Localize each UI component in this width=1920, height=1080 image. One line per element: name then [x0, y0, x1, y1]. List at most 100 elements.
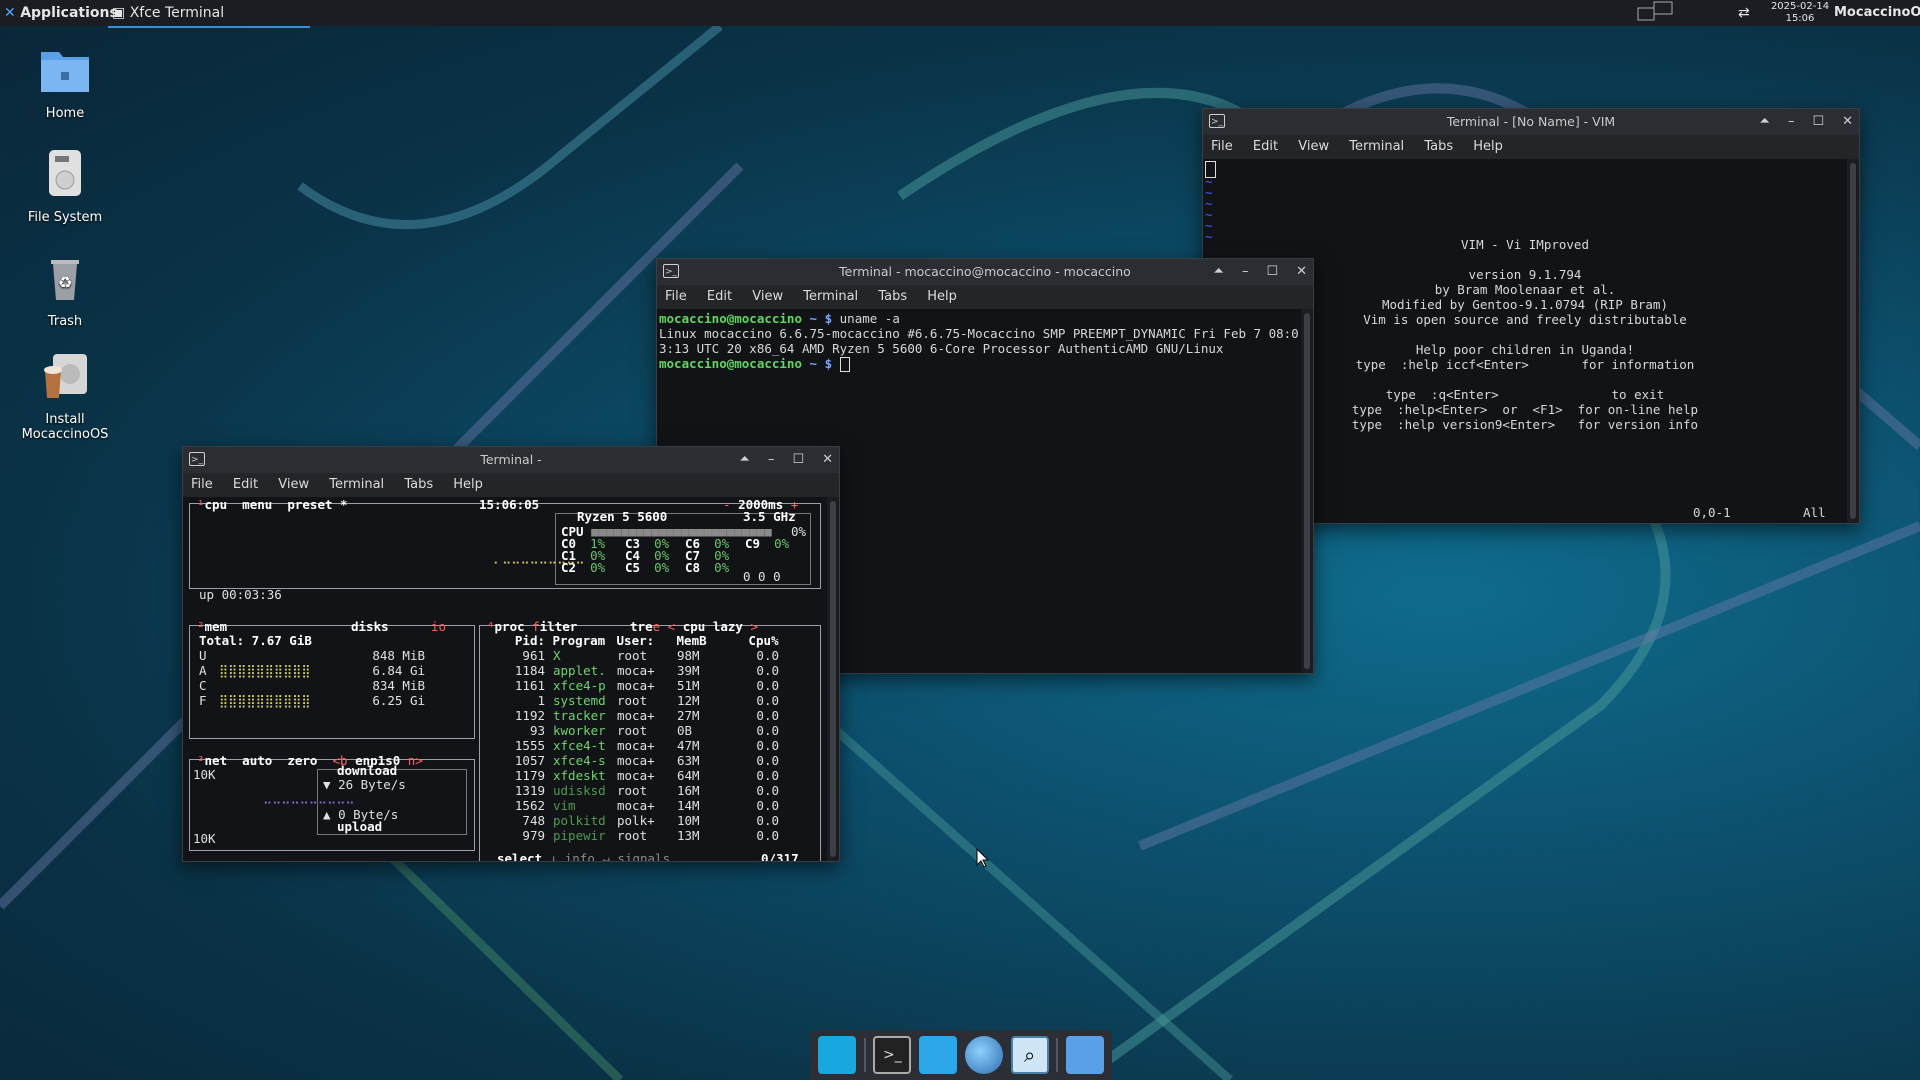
desktop-icon-filesystem[interactable]: File System	[10, 148, 120, 225]
proc-pid: 961	[522, 648, 545, 663]
process-row[interactable]: 1057 xfce4-s moca+ 63M 0.0	[489, 753, 779, 768]
show-desktop-icon[interactable]	[817, 1036, 856, 1074]
scrollbar[interactable]	[827, 497, 839, 861]
process-row[interactable]: 1319 udisksd root 16M 0.0	[489, 783, 779, 798]
menu-view[interactable]: View	[278, 477, 309, 492]
menu-terminal[interactable]: Terminal	[803, 289, 858, 304]
close-button[interactable]: ✕	[822, 447, 833, 473]
net-scale-top: 10K	[193, 767, 216, 782]
process-row[interactable]: 748 polkitd polk+ 10M 0.0	[489, 813, 779, 828]
shade-button[interactable]: ⏶	[740, 447, 750, 473]
menu-edit[interactable]: Edit	[707, 289, 732, 304]
desktop-icon-trash[interactable]: ♻ Trash	[10, 252, 120, 329]
minimize-button[interactable]: –	[1788, 109, 1795, 135]
process-row[interactable]: 1192 tracker moca+ 27M 0.0	[489, 708, 779, 723]
mem-meter: ⣿⣿⣿⣿⣿⣿⣿⣿⣿⣿	[219, 663, 311, 678]
process-row[interactable]: 1161 xfce4-p moca+ 51M 0.0	[489, 678, 779, 693]
menu-view[interactable]: View	[1298, 139, 1329, 154]
menu-file[interactable]: File	[665, 289, 687, 304]
minimize-button[interactable]: –	[768, 447, 775, 473]
mem-value: 6.25 Gi	[372, 693, 425, 708]
scrollbar[interactable]	[1847, 159, 1859, 523]
scrollbar[interactable]	[1301, 309, 1313, 673]
desktop-icon-label: File System	[27, 210, 103, 225]
terminal-launcher-icon[interactable]: >_	[873, 1036, 912, 1074]
mouse-pointer-icon	[976, 848, 990, 868]
vim-titlebar[interactable]: >_ Terminal - [No Name] - VIM ⏶ – ☐ ✕	[1203, 109, 1859, 135]
process-row[interactable]: 1179 xfdeskt moca+ 64M 0.0	[489, 768, 779, 783]
process-row[interactable]: 1 systemd root 12M 0.0	[489, 693, 779, 708]
workspace-switcher[interactable]	[1636, 0, 1676, 26]
process-row[interactable]: 1184 applet. moca+ 39M 0.0	[489, 663, 779, 678]
terminal-icon: >_	[1209, 114, 1225, 128]
network-icon[interactable]: ⇄	[1738, 0, 1750, 26]
user-menu[interactable]: MocaccinoOS	[1834, 0, 1920, 26]
search-icon[interactable]: ⌕	[1010, 1036, 1049, 1074]
menu-terminal[interactable]: Terminal	[329, 477, 384, 492]
mem-header: ²mem	[197, 619, 228, 634]
prompt-line-2: mocaccino@mocaccino ~ $	[659, 356, 1299, 372]
menu-view[interactable]: View	[752, 289, 783, 304]
process-row[interactable]: 1555 xfce4-t moca+ 47M 0.0	[489, 738, 779, 753]
taskbar-item-terminal[interactable]: ▣ Xfce Terminal	[108, 0, 310, 28]
web-browser-icon[interactable]	[964, 1036, 1003, 1074]
menu-help[interactable]: Help	[1473, 139, 1503, 154]
proc-pid: 748	[522, 813, 545, 828]
shade-button[interactable]: ⏶	[1214, 259, 1224, 285]
menu-help[interactable]: Help	[927, 289, 957, 304]
maximize-button[interactable]: ☐	[1812, 109, 1824, 135]
clock-date: 2025-02-14	[1770, 1, 1830, 12]
btop-terminal-window[interactable]: >_ Terminal - ⏶ – ☐ ✕ File Edit View Ter…	[182, 446, 840, 862]
desktop-icon-home[interactable]: Home	[10, 44, 120, 121]
desktop-icon-install[interactable]: Install MocaccinoOS	[10, 350, 120, 442]
menu-edit[interactable]: Edit	[233, 477, 258, 492]
svg-text:♻: ♻	[58, 273, 72, 292]
io-header[interactable]: io	[431, 619, 446, 634]
proc-cpu: 0.0	[756, 693, 779, 708]
menu-help[interactable]: Help	[453, 477, 483, 492]
window-title: Terminal - mocaccino@mocaccino - mocacci…	[839, 264, 1131, 279]
menu-file[interactable]: File	[1211, 139, 1233, 154]
cpu-freq: 3.5 GHz	[743, 509, 796, 524]
proc-cpu: 0.0	[756, 753, 779, 768]
menu-edit[interactable]: Edit	[1253, 139, 1278, 154]
menu-tabs[interactable]: Tabs	[878, 289, 907, 304]
proc-pid: 1057	[514, 753, 545, 768]
process-row[interactable]: 1562 vim moca+ 14M 0.0	[489, 798, 779, 813]
proc-program: kworker	[553, 723, 606, 738]
top-panel: ✕ Applications ▣ Xfce Terminal ⇄ 2025-02…	[0, 0, 1920, 28]
menubar: File Edit View Terminal Tabs Help	[657, 285, 1313, 309]
proc-pid: 1555	[514, 738, 545, 753]
minimize-button[interactable]: –	[1242, 259, 1249, 285]
file-manager-launcher-icon[interactable]	[919, 1036, 958, 1074]
maximize-button[interactable]: ☐	[1266, 259, 1278, 285]
btop-clock: 15:06:05	[479, 497, 540, 512]
mem-total: Total: 7.67 GiB	[199, 633, 312, 648]
cpu-core: C9 0%	[745, 536, 789, 551]
process-row[interactable]: 961 Xroot 98M 0.0	[489, 648, 779, 663]
btop-screen[interactable]: ¹cpu menu preset * 15:06:05 - 2000ms + R…	[183, 497, 827, 861]
close-button[interactable]: ✕	[1296, 259, 1307, 285]
task-label: Xfce Terminal	[129, 5, 225, 21]
proc-pid: 93	[529, 723, 545, 738]
btop-titlebar[interactable]: >_ Terminal - ⏶ – ☐ ✕	[183, 447, 839, 473]
maximize-button[interactable]: ☐	[792, 447, 804, 473]
menu-file[interactable]: File	[191, 477, 213, 492]
menu-tabs[interactable]: Tabs	[1424, 139, 1453, 154]
applications-menu[interactable]: ✕ Applications	[4, 0, 118, 26]
clock[interactable]: 2025-02-14 15:06	[1770, 0, 1830, 27]
folder-icon[interactable]	[1066, 1036, 1105, 1074]
menu-tabs[interactable]: Tabs	[404, 477, 433, 492]
shade-button[interactable]: ⏶	[1760, 109, 1770, 135]
menu-terminal[interactable]: Terminal	[1349, 139, 1404, 154]
proc-program: X	[553, 648, 561, 663]
process-row[interactable]: 93 kworker root 0B 0.0	[489, 723, 779, 738]
mem-key: F	[199, 693, 207, 708]
terminal-titlebar[interactable]: >_ Terminal - mocaccino@mocaccino - moca…	[657, 259, 1313, 285]
process-row[interactable]: 979 pipewir root 13M 0.0	[489, 828, 779, 843]
download-label: download	[337, 763, 398, 778]
prompt-user: mocaccino@mocaccino	[659, 356, 802, 371]
proc-cpu: 0.0	[756, 663, 779, 678]
dock: >_ ⌕	[810, 1030, 1112, 1080]
close-button[interactable]: ✕	[1842, 109, 1853, 135]
